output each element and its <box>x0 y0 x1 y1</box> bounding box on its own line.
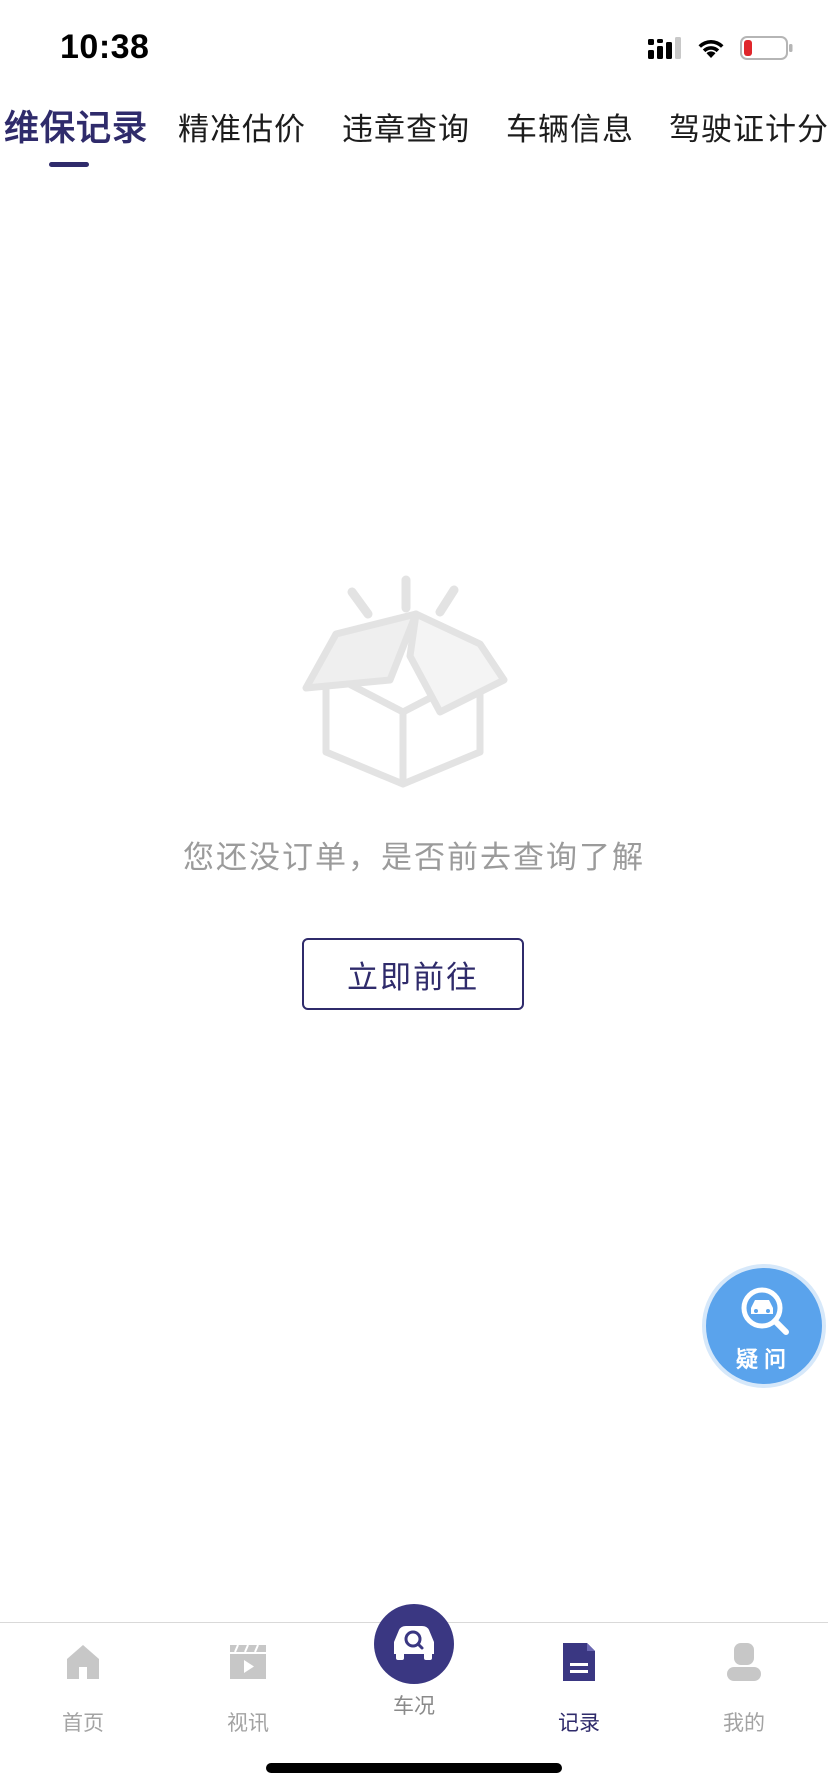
tab-vehicle-info[interactable]: 车辆信息 <box>506 104 634 164</box>
help-fab-label: 疑问 <box>735 1348 792 1373</box>
status-bar: 10:38 <box>0 0 828 100</box>
wifi-icon <box>698 39 724 58</box>
nav-item-records[interactable]: 记录 <box>509 1623 649 1743</box>
help-fab[interactable]: 疑问 <box>706 1268 822 1384</box>
screen: 10:38 维保记录 精准估价 违章查询 车辆信息 驾驶证计分 您还没订单，是否… <box>0 0 828 1792</box>
active-tab-indicator <box>49 162 89 167</box>
status-time: 10:38 <box>60 28 150 66</box>
tab-violation-query[interactable]: 违章查询 <box>342 104 470 164</box>
cellular-signal-icon <box>648 37 681 59</box>
document-icon <box>563 1643 595 1681</box>
video-icon <box>230 1644 266 1679</box>
nav-label-home: 首页 <box>62 1711 104 1735</box>
nav-label-records: 记录 <box>558 1711 600 1735</box>
nav-item-mine[interactable]: 我的 <box>674 1623 814 1743</box>
nav-label-video: 视讯 <box>227 1711 269 1735</box>
nav-label-car-condition: 车况 <box>393 1694 435 1718</box>
tab-license-points[interactable]: 驾驶证计分 <box>669 104 828 164</box>
status-icons <box>648 36 794 60</box>
tab-maintenance-records[interactable]: 维保记录 <box>4 100 148 160</box>
top-tab-bar: 维保记录 精准估价 违章查询 车辆信息 驾驶证计分 <box>0 100 828 172</box>
nav-item-home[interactable]: 首页 <box>13 1623 153 1743</box>
nav-label-mine: 我的 <box>723 1711 765 1735</box>
tab-accurate-valuation[interactable]: 精准估价 <box>178 104 306 164</box>
battery-icon <box>740 36 793 60</box>
empty-state-message: 您还没订单，是否前去查询了解 <box>183 840 645 876</box>
empty-box-icon <box>302 575 508 788</box>
user-icon <box>727 1643 761 1681</box>
go-now-button[interactable]: 立即前往 <box>302 938 524 1010</box>
car-search-icon <box>394 1626 434 1660</box>
home-indicator <box>266 1763 562 1773</box>
car-search-icon <box>741 1287 789 1335</box>
nav-item-video[interactable]: 视讯 <box>178 1623 318 1743</box>
nav-item-car-condition[interactable] <box>374 1604 454 1684</box>
home-icon <box>67 1645 99 1679</box>
